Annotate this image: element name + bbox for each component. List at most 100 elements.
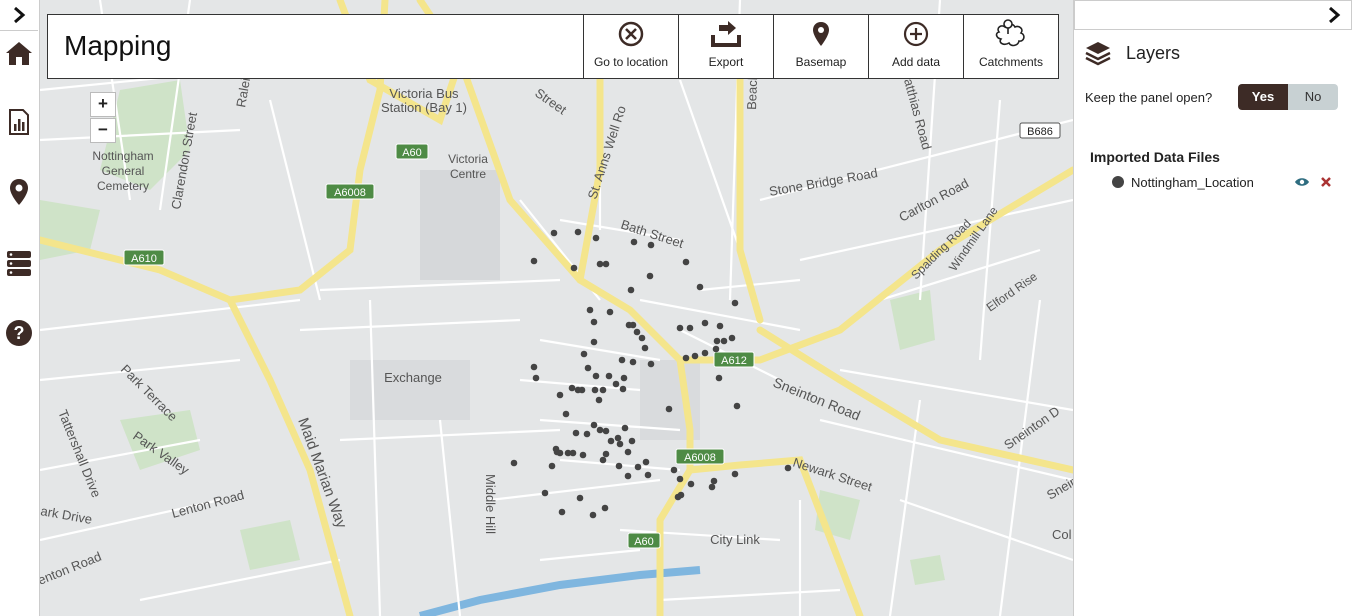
location-point[interactable] [618, 356, 626, 364]
location-point[interactable] [710, 477, 718, 485]
location-point[interactable] [572, 429, 580, 437]
location-point[interactable] [784, 464, 792, 472]
location-point[interactable] [612, 380, 620, 388]
location-point[interactable] [614, 434, 622, 442]
location-point[interactable] [605, 372, 613, 380]
location-point[interactable] [595, 396, 603, 404]
location-point[interactable] [553, 448, 561, 456]
location-point[interactable] [583, 430, 591, 438]
location-point[interactable] [592, 372, 600, 380]
location-point[interactable] [682, 258, 690, 266]
zoom-out-button[interactable]: − [90, 118, 116, 143]
location-point[interactable] [682, 354, 690, 362]
location-point[interactable] [696, 283, 704, 291]
location-point[interactable] [568, 384, 576, 392]
location-point[interactable] [716, 322, 724, 330]
location-point[interactable] [628, 437, 636, 445]
location-point[interactable] [647, 241, 655, 249]
catchments-button[interactable]: Catchments [963, 15, 1058, 78]
location-point[interactable] [670, 466, 678, 474]
location-point[interactable] [602, 260, 610, 268]
location-point[interactable] [641, 344, 649, 352]
location-point[interactable] [591, 386, 599, 394]
location-point[interactable] [596, 260, 604, 268]
location-nav-button[interactable] [4, 177, 34, 207]
location-point[interactable] [728, 334, 736, 342]
location-point[interactable] [596, 426, 604, 434]
remove-layer-icon[interactable] [1320, 176, 1332, 188]
keep-open-no-button[interactable]: No [1288, 84, 1338, 110]
location-point[interactable] [599, 456, 607, 464]
location-point[interactable] [590, 421, 598, 429]
location-point[interactable] [634, 463, 642, 471]
location-point[interactable] [586, 306, 594, 314]
location-point[interactable] [624, 448, 632, 456]
zoom-in-button[interactable]: + [90, 92, 116, 117]
location-point[interactable] [556, 391, 564, 399]
location-point[interactable] [579, 451, 587, 459]
location-point[interactable] [558, 508, 566, 516]
collapse-panel-button[interactable] [1074, 0, 1352, 30]
location-point[interactable] [578, 386, 586, 394]
location-point[interactable] [550, 229, 558, 237]
location-point[interactable] [712, 345, 720, 353]
location-point[interactable] [624, 472, 632, 480]
location-point[interactable] [627, 286, 635, 294]
map-canvas[interactable]: Victoria Bus Station (Bay 1) Victoria Ce… [40, 0, 1073, 616]
location-point[interactable] [647, 360, 655, 368]
location-point[interactable] [541, 489, 549, 497]
location-point[interactable] [713, 337, 721, 345]
location-point[interactable] [691, 352, 699, 360]
location-point[interactable] [590, 338, 598, 346]
go-to-location-button[interactable]: Go to location [583, 15, 678, 78]
location-point[interactable] [602, 427, 610, 435]
location-point[interactable] [548, 462, 556, 470]
home-nav-button[interactable] [4, 38, 34, 68]
location-point[interactable] [615, 462, 623, 470]
location-point[interactable] [708, 483, 716, 491]
add-data-button[interactable]: Add data [868, 15, 963, 78]
eye-icon[interactable] [1294, 176, 1310, 188]
location-point[interactable] [674, 493, 682, 501]
location-point[interactable] [715, 374, 723, 382]
location-point[interactable] [602, 450, 610, 458]
database-nav-button[interactable] [4, 248, 34, 278]
help-nav-button[interactable]: ? [4, 318, 34, 348]
keep-open-yes-button[interactable]: Yes [1238, 84, 1288, 110]
location-point[interactable] [607, 437, 615, 445]
location-point[interactable] [646, 272, 654, 280]
location-point[interactable] [686, 324, 694, 332]
location-point[interactable] [530, 363, 538, 371]
location-point[interactable] [606, 308, 614, 316]
location-point[interactable] [580, 350, 588, 358]
location-point[interactable] [638, 334, 646, 342]
report-nav-button[interactable] [4, 107, 34, 137]
location-point[interactable] [510, 459, 518, 467]
location-point[interactable] [592, 234, 600, 242]
location-point[interactable] [687, 480, 695, 488]
location-point[interactable] [630, 238, 638, 246]
location-point[interactable] [644, 471, 652, 479]
location-point[interactable] [562, 410, 570, 418]
location-point[interactable] [676, 475, 684, 483]
location-point[interactable] [665, 405, 673, 413]
location-point[interactable] [621, 424, 629, 432]
location-point[interactable] [601, 504, 609, 512]
location-point[interactable] [733, 402, 741, 410]
location-point[interactable] [619, 385, 627, 393]
basemap-button[interactable]: Basemap [773, 15, 868, 78]
location-point[interactable] [532, 374, 540, 382]
location-point[interactable] [576, 494, 584, 502]
location-point[interactable] [701, 349, 709, 357]
location-point[interactable] [731, 470, 739, 478]
location-point[interactable] [530, 257, 538, 265]
location-point[interactable] [701, 319, 709, 327]
location-point[interactable] [570, 264, 578, 272]
location-point[interactable] [676, 324, 684, 332]
location-point[interactable] [616, 440, 624, 448]
location-point[interactable] [629, 358, 637, 366]
location-point[interactable] [574, 228, 582, 236]
location-point[interactable] [720, 337, 728, 345]
location-point[interactable] [620, 374, 628, 382]
expand-left-button[interactable] [0, 0, 38, 31]
